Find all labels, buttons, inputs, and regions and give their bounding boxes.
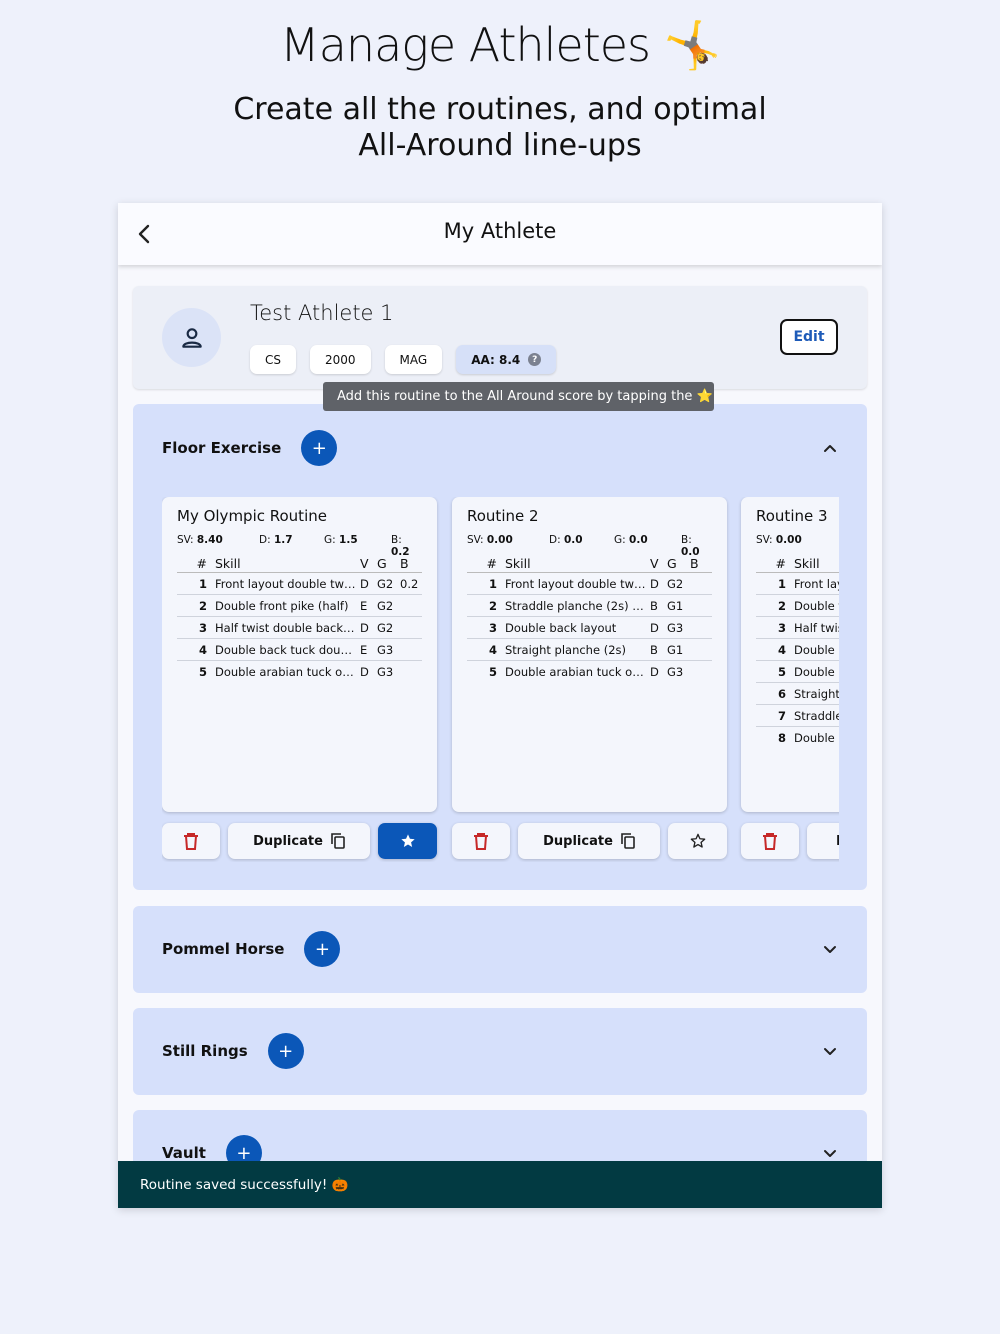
athlete-chips: CS 2000 MAG AA: 8.4 ? xyxy=(250,345,557,374)
all-around-score: AA: 8.4 xyxy=(471,352,521,367)
snackbar: Routine saved successfully! 🎃 xyxy=(118,1161,882,1208)
score-d: D: 1.7 xyxy=(259,534,293,546)
table-row[interactable]: 4 Double back tuck doub… E G3 xyxy=(177,639,422,661)
table-row[interactable]: 8Double a xyxy=(756,727,839,749)
vault-title: Vault xyxy=(162,1144,206,1162)
routine-card[interactable]: Routine 2 SV: 0.00 D: 0.0 G: 0.0 B: 0.0 … xyxy=(452,497,727,812)
help-icon[interactable]: ? xyxy=(528,353,542,366)
hero-subtitle-line-2: All-Around line-ups xyxy=(358,128,642,163)
table-row[interactable]: 1 Front layout double twist D G2 xyxy=(467,573,712,595)
duplicate-label: Duplicate xyxy=(253,833,323,849)
table-row[interactable]: 7 Straddle xyxy=(756,705,839,727)
duplicate-label: Duplicate xyxy=(543,833,613,849)
trash-icon xyxy=(474,833,488,850)
routine-card[interactable]: My Olympic Routine SV: 8.40 D: 1.7 G: 1.… xyxy=(162,497,437,812)
table-row[interactable]: 2 Double front pike (half) E G2 xyxy=(177,595,422,617)
table-row[interactable]: 5Double b xyxy=(756,661,839,683)
routine-card[interactable]: Routine 3 SV: 0.00 D # Skill 1Front lay … xyxy=(741,497,839,812)
table-row[interactable]: 4Double b xyxy=(756,639,839,661)
table-row[interactable]: 4 Straight planche (2s) B G1 xyxy=(467,639,712,661)
delete-button[interactable] xyxy=(452,823,510,859)
star-outline-icon xyxy=(690,833,705,848)
avatar xyxy=(162,308,221,367)
routine-title: Routine 3 xyxy=(756,507,828,525)
athlete-profile-card: Test Athlete 1 CS 2000 MAG AA: 8.4 ? Edi… xyxy=(133,286,867,389)
hero-subtitle: Create all the routines, and optimal All… xyxy=(0,92,1000,164)
duplicate-button[interactable]: D xyxy=(807,823,839,859)
floor-exercise-title: Floor Exercise xyxy=(162,439,282,457)
tooltip: Add this routine to the All Around score… xyxy=(323,382,714,411)
chevron-down-icon[interactable] xyxy=(822,941,838,957)
floor-exercise-header[interactable]: Floor Exercise + xyxy=(162,430,338,466)
score-b: B: 0.2 xyxy=(391,534,410,558)
still-rings-title: Still Rings xyxy=(162,1042,248,1060)
copy-icon xyxy=(621,833,635,849)
duplicate-button[interactable]: Duplicate xyxy=(228,823,370,859)
copy-icon xyxy=(331,833,345,849)
skills-table-header: # Skill xyxy=(756,556,839,573)
add-routine-button[interactable]: + xyxy=(304,931,341,967)
hero-title: Manage Athletes 🤸 xyxy=(280,18,721,72)
chip-year: 2000 xyxy=(310,345,371,374)
table-row[interactable]: 2 Straddle planche (2s) … B G1 xyxy=(467,595,712,617)
score-g: G: 1.5 xyxy=(324,534,358,546)
chip-level: CS xyxy=(250,345,296,374)
routine-carousel[interactable]: My Olympic Routine SV: 8.40 D: 1.7 G: 1.… xyxy=(162,497,839,862)
table-row[interactable]: 5 Double arabian tuck or… D G3 xyxy=(467,661,712,683)
routine-title: My Olympic Routine xyxy=(177,507,327,525)
duplicate-button[interactable]: Duplicate xyxy=(518,823,660,859)
table-row[interactable]: 3 Half twist double back … D G2 xyxy=(177,617,422,639)
skills-table: # Skill V G B 1 Front layout double twist… xyxy=(177,556,422,683)
chip-all-around[interactable]: AA: 8.4 ? xyxy=(456,345,557,374)
page-title: My Athlete xyxy=(443,219,557,243)
table-row[interactable]: 2 Double f xyxy=(756,595,839,617)
add-routine-button[interactable]: + xyxy=(301,430,338,466)
skills-table-header: # Skill V G B xyxy=(467,556,712,573)
hero-subtitle-line-1: Create all the routines, and optimal xyxy=(233,92,767,127)
table-row[interactable]: 1 Front layout double twist D G2 0.2 xyxy=(177,573,422,595)
skills-table: # Skill 1 Front lay 2 Double f 3 Half twis … xyxy=(756,556,839,749)
pommel-horse-title: Pommel Horse xyxy=(162,940,285,958)
table-row[interactable]: 1 Front lay xyxy=(756,573,839,595)
star-button[interactable] xyxy=(668,823,727,859)
person-icon xyxy=(181,327,202,348)
routine-actions: Duplicate xyxy=(162,823,437,859)
star-filled-icon xyxy=(400,834,415,847)
trash-icon xyxy=(763,833,777,850)
table-row[interactable]: 6 Straight xyxy=(756,683,839,705)
edit-button[interactable]: Edit xyxy=(780,319,838,355)
routine-actions: Duplicate xyxy=(452,823,727,859)
table-row[interactable]: 3 Half twis xyxy=(756,617,839,639)
skills-table: # Skill V G B 1 Front layout double twist… xyxy=(467,556,712,683)
duplicate-label: D xyxy=(836,834,839,849)
routine-actions: D xyxy=(741,823,839,859)
star-button[interactable] xyxy=(378,823,437,859)
pommel-horse-panel[interactable]: Pommel Horse + xyxy=(133,906,867,993)
chip-discipline: MAG xyxy=(384,345,443,374)
floor-exercise-panel: Floor Exercise + My Olympic Routine SV: … xyxy=(133,404,867,890)
delete-button[interactable] xyxy=(162,823,220,859)
chevron-up-icon[interactable] xyxy=(822,440,838,456)
chevron-down-icon[interactable] xyxy=(822,1145,838,1161)
trash-icon xyxy=(184,833,198,850)
score-sv: SV: 8.40 xyxy=(177,534,223,546)
table-row[interactable]: 3 Double back layout D G3 xyxy=(467,617,712,639)
still-rings-panel[interactable]: Still Rings + xyxy=(133,1008,867,1095)
app-screen: My Athlete Test Athlete 1 CS 2000 MAG AA… xyxy=(118,203,882,1208)
skills-table-header: # Skill V G B xyxy=(177,556,422,573)
athlete-name: Test Athlete 1 xyxy=(250,301,394,325)
table-row[interactable]: 5 Double arabian tuck or… D G3 xyxy=(177,661,422,683)
add-routine-button[interactable]: + xyxy=(267,1033,304,1069)
chevron-down-icon[interactable] xyxy=(822,1043,838,1059)
delete-button[interactable] xyxy=(741,823,799,859)
app-bar: My Athlete xyxy=(118,203,882,265)
routine-title: Routine 2 xyxy=(467,507,539,525)
